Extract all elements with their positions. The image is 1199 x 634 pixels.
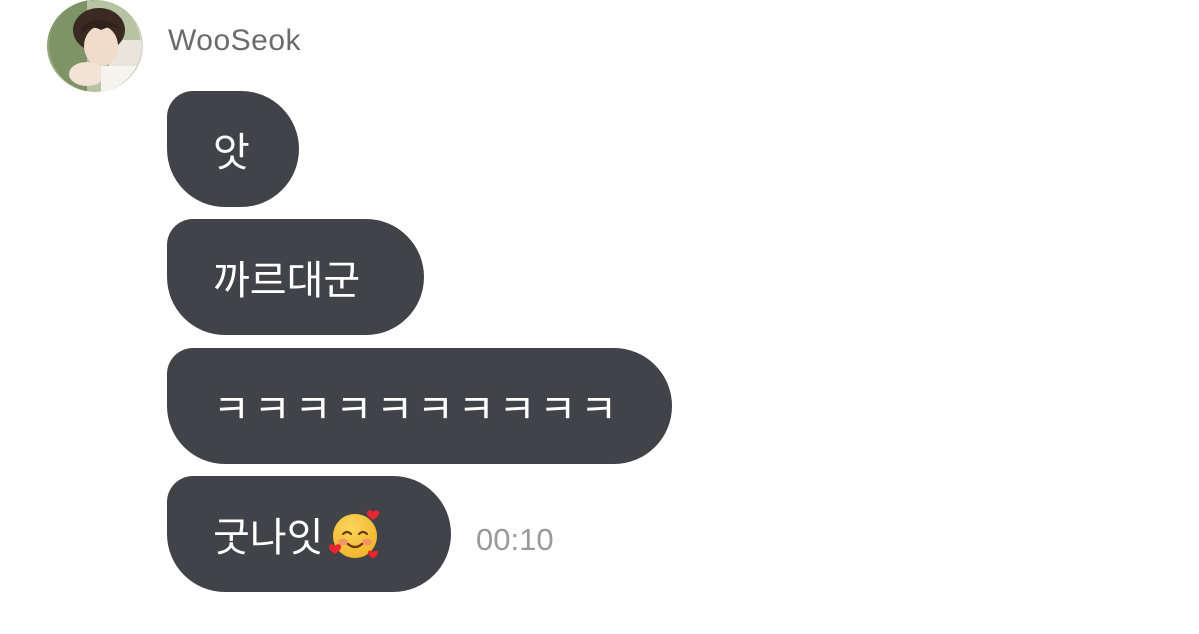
message-text: 앗 <box>213 130 250 176</box>
message-timestamp: 00:10 <box>476 522 554 557</box>
avatar[interactable] <box>47 0 143 92</box>
sender-name: WooSeok <box>168 24 302 57</box>
message-text: 까르대군 <box>213 258 361 304</box>
profile-photo-icon <box>49 0 141 92</box>
message-bubble[interactable]: ㅋㅋㅋㅋㅋㅋㅋㅋㅋㅋ <box>167 348 672 464</box>
message-bubble[interactable]: 까르대군 <box>167 219 424 335</box>
message-text: 굿나잇 <box>213 515 324 561</box>
message-text: ㅋㅋㅋㅋㅋㅋㅋㅋㅋㅋ <box>213 387 621 433</box>
smiling-face-with-hearts-icon <box>327 506 383 562</box>
message-bubble[interactable]: 앗 <box>167 91 299 207</box>
message-bubble[interactable]: 굿나잇 <box>167 476 451 592</box>
